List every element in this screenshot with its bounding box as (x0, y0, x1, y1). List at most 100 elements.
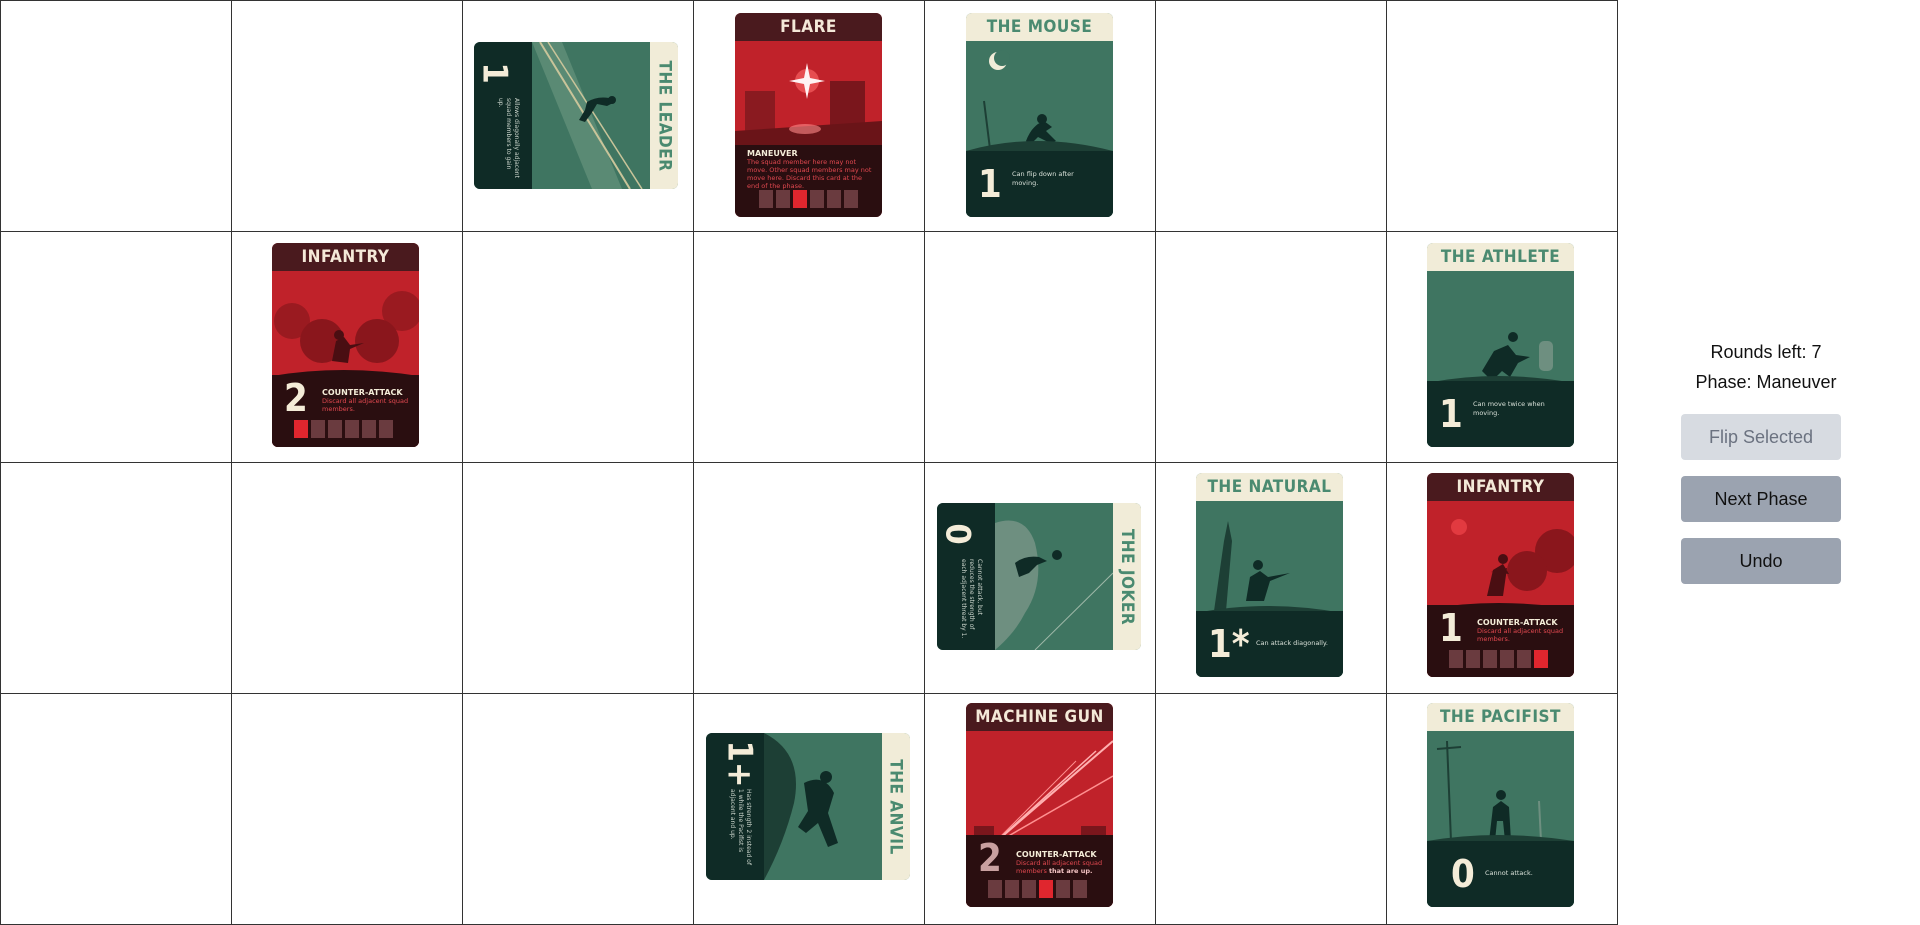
board-cell[interactable] (1155, 693, 1387, 925)
card-the-athlete[interactable]: THE ATHLETE 1 Can move twice when moving… (1427, 243, 1574, 447)
card-ability: COUNTER-ATTACK Discard all adjacent squa… (322, 388, 410, 413)
board-cell[interactable] (0, 231, 232, 463)
track-slot (810, 190, 824, 208)
card-ability-text: Can attack diagonally. (1256, 638, 1328, 647)
card-the-natural[interactable]: THE NATURAL 1* Can attack diagonally. (1196, 473, 1343, 677)
board-cell[interactable] (462, 231, 694, 463)
soldier-art (995, 503, 1114, 650)
card-strength: 1 (1439, 606, 1463, 650)
card-strength: 0 (937, 523, 978, 545)
card-title: THE JOKER (1113, 503, 1141, 650)
track-slot (844, 190, 858, 208)
card-footer: 1 Can move twice when moving. (1427, 381, 1574, 447)
card-ability-text: Has strength 2 instead of 1 while the Pa… (729, 789, 752, 865)
track-slot (1466, 650, 1480, 668)
track-slot (362, 420, 376, 438)
rounds-left-label: Rounds left: 7 (1710, 342, 1822, 362)
board-cell[interactable] (231, 462, 463, 694)
board-cell[interactable] (462, 693, 694, 925)
card-ability-text: Cannot attack, but reduces the strength … (960, 559, 983, 639)
card-ability-text: Discard all adjacent squad members that … (1016, 858, 1103, 875)
card-ability-text: Allows diagonally adjacent squad members… (497, 98, 520, 178)
card-the-mouse[interactable]: THE MOUSE 1 Can flip down after moving. (966, 13, 1113, 217)
card-infantry[interactable]: INFANTRY 2 COUNTER-ATTACK Discard all ad… (272, 243, 419, 447)
threat-track (294, 420, 393, 438)
card-ability-text: Can flip down after moving. (1012, 170, 1074, 187)
board-cell[interactable] (231, 693, 463, 925)
soldier-art (764, 733, 882, 880)
card-strength: 1 (1439, 392, 1463, 436)
track-slot (776, 190, 790, 208)
card-title: THE NATURAL (1196, 473, 1343, 501)
track-slot (1022, 880, 1036, 898)
board-cell[interactable] (924, 231, 1156, 463)
threat-track (988, 880, 1087, 898)
card-footer: MANEUVER The squad member here may not m… (735, 145, 882, 217)
board-cell[interactable] (231, 0, 463, 232)
card-footer: 1* Can attack diagonally. (1196, 611, 1343, 677)
card-ability-title: MANEUVER (747, 149, 798, 158)
card-footer: 2 COUNTER-ATTACK Discard all adjacent sq… (966, 835, 1113, 907)
board-cell[interactable] (0, 462, 232, 694)
card-the-pacifist[interactable]: THE PACIFIST 0 Cannot attack. (1427, 703, 1574, 907)
card-ability-text: Can move twice when moving. (1473, 400, 1545, 417)
board-cell[interactable] (1155, 231, 1387, 463)
board-cell[interactable] (0, 0, 232, 232)
card-title: INFANTRY (272, 243, 419, 271)
flip-selected-button[interactable]: Flip Selected (1681, 414, 1841, 460)
card-footer: 1 COUNTER-ATTACK Discard all adjacent sq… (1427, 605, 1574, 677)
card-the-leader[interactable]: 1 Allows diagonally adjacent squad membe… (474, 42, 678, 189)
card-title: FLARE (735, 13, 882, 41)
track-slot (1500, 650, 1514, 668)
card-title: THE PACIFIST (1427, 703, 1574, 731)
card-strength: 1+ (719, 740, 760, 788)
card-title: THE MOUSE (966, 13, 1113, 41)
board-cell[interactable] (693, 231, 925, 463)
track-slot-active (1039, 880, 1053, 898)
card-stat-panel: 1 Allows diagonally adjacent squad membe… (474, 42, 532, 189)
card-strength: 1* (1208, 622, 1250, 666)
card-title: MACHINE GUN (966, 703, 1113, 731)
board-cell[interactable] (462, 462, 694, 694)
card-strength: 0 (1451, 852, 1475, 896)
track-slot-active (1534, 650, 1548, 668)
track-slot (345, 420, 359, 438)
track-slot-active (793, 190, 807, 208)
undo-button[interactable]: Undo (1681, 538, 1841, 584)
card-flare[interactable]: FLARE MANEUVER The squad member here may… (735, 13, 882, 217)
card-stat-panel: 1+ Has strength 2 instead of 1 while the… (706, 733, 764, 880)
track-slot-active (294, 420, 308, 438)
board-cell[interactable] (0, 693, 232, 925)
phase-label: Phase: Maneuver (1695, 372, 1837, 392)
track-slot (1483, 650, 1497, 668)
card-ability-title: COUNTER-ATTACK (322, 387, 403, 397)
card-infantry[interactable]: INFANTRY 1 COUNTER-ATTACK Discard all ad… (1427, 473, 1574, 677)
track-slot (1005, 880, 1019, 898)
card-the-joker[interactable]: 0 Cannot attack, but reduces the strengt… (937, 503, 1141, 650)
card-title: INFANTRY (1427, 473, 1574, 501)
board-cell[interactable] (1386, 0, 1618, 232)
card-strength: 2 (284, 376, 308, 420)
card-ability-title: COUNTER-ATTACK (1477, 617, 1558, 627)
control-panel: Rounds left: 7 Phase: Maneuver Flip Sele… (1660, 0, 1920, 921)
track-slot (328, 420, 342, 438)
board-cell[interactable] (1155, 0, 1387, 232)
track-slot (379, 420, 393, 438)
card-title: THE ATHLETE (1427, 243, 1574, 271)
board-cell[interactable] (693, 462, 925, 694)
card-strength: 1 (978, 162, 1002, 206)
card-the-anvil[interactable]: 1+ Has strength 2 instead of 1 while the… (706, 733, 910, 880)
track-slot (1073, 880, 1087, 898)
track-slot (827, 190, 841, 208)
card-title: THE ANVIL (882, 733, 910, 880)
card-ability: COUNTER-ATTACK Discard all adjacent squa… (1016, 850, 1104, 875)
next-phase-button[interactable]: Next Phase (1681, 476, 1841, 522)
card-machine-gun[interactable]: MACHINE GUN 2 COUNTER-ATTACK Discard all… (966, 703, 1113, 907)
track-slot (1517, 650, 1531, 668)
track-slot (759, 190, 773, 208)
track-slot (311, 420, 325, 438)
card-strength: 2 (978, 836, 1002, 880)
soldier-art (532, 42, 650, 189)
card-strength: 1 (474, 62, 515, 84)
card-footer: 0 Cannot attack. (1427, 841, 1574, 907)
